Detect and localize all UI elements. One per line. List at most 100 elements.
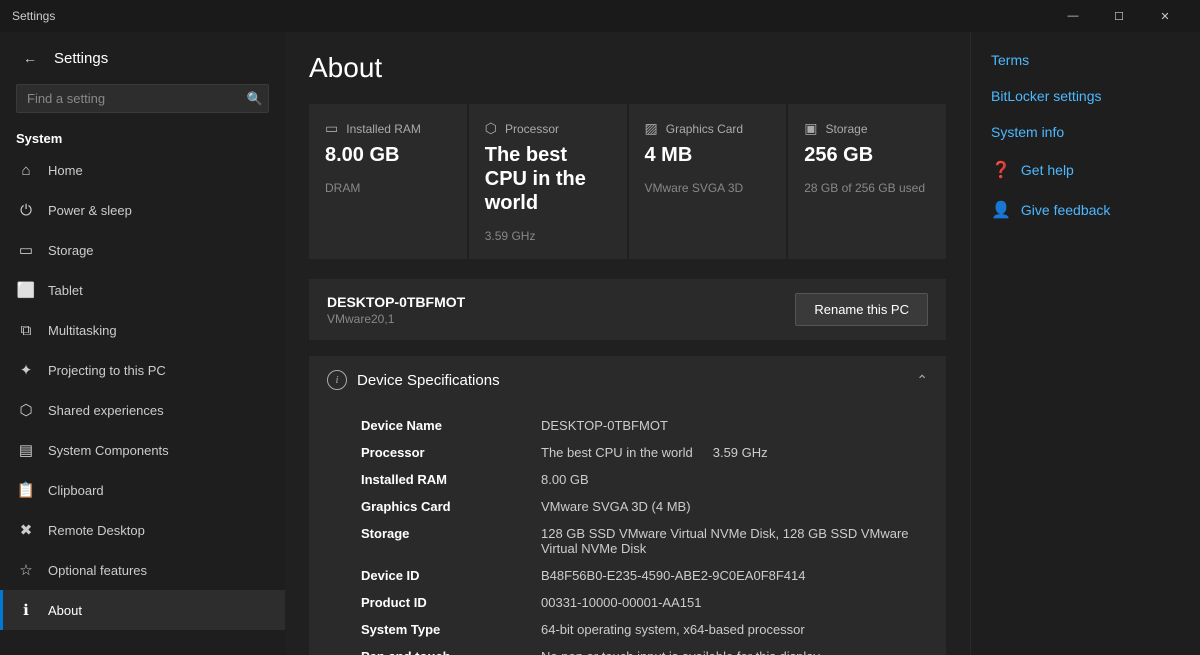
sidebar-header: ← Settings [0,32,285,80]
right-link-bitlocker[interactable]: BitLocker settings [971,78,1200,114]
remote-icon: ✖ [16,520,36,540]
sidebar-item-optional[interactable]: ☆ Optional features [0,550,285,590]
titlebar-left: Settings [12,9,55,23]
search-box[interactable]: 🔍 [16,84,269,113]
search-input[interactable] [16,84,269,113]
sidebar-item-multitasking[interactable]: ⧉ Multitasking [0,310,285,350]
sidebar-item-label-home: Home [48,163,83,178]
graphics-card-icon: ▨ [645,120,658,137]
pc-hostname: DESKTOP-0TBFMOT [327,294,465,310]
rename-button[interactable]: Rename this PC [795,293,928,326]
spec-data: 128 GB SSD VMware Virtual NVMe Disk, 128… [541,526,928,556]
sidebar-item-remote[interactable]: ✖ Remote Desktop [0,510,285,550]
sidebar-item-tablet[interactable]: ⬜ Tablet [0,270,285,310]
chevron-up-icon: ⌃ [916,372,928,389]
system-info-label: System info [991,124,1064,140]
shared-icon: ⬡ [16,400,36,420]
sidebar-item-system-components[interactable]: ▤ System Components [0,430,285,470]
table-row: Processor The best CPU in the world 3.59… [361,439,928,466]
minimize-button[interactable]: — [1050,0,1096,32]
right-panel: Terms BitLocker settings System info ❓ G… [970,32,1200,655]
table-row: Device ID B48F56B0-E235-4590-ABE2-9C0EA0… [361,562,928,589]
bitlocker-label: BitLocker settings [991,88,1102,104]
sidebar-item-label-about: About [48,603,82,618]
spec-label: Product ID [361,595,541,610]
pc-name-row: DESKTOP-0TBFMOT VMware20,1 Rename this P… [309,279,946,340]
titlebar: Settings — ☐ ✕ [0,0,1200,32]
clipboard-icon: 📋 [16,480,36,500]
right-link-system-info[interactable]: System info [971,114,1200,150]
sidebar-item-label-storage: Storage [48,243,94,258]
table-row: Product ID 00331-10000-00001-AA151 [361,589,928,616]
sidebar-item-label-clipboard: Clipboard [48,483,104,498]
storage-sub: 28 GB of 256 GB used [804,181,930,195]
sidebar-item-projecting[interactable]: ✦ Projecting to this PC [0,350,285,390]
spec-label: Pen and touch [361,649,541,655]
table-row: Device Name DESKTOP-0TBFMOT [361,412,928,439]
give-feedback-icon: 👤 [991,200,1011,220]
home-icon: ⌂ [16,160,36,180]
table-row: Pen and touch No pen or touch input is a… [361,643,928,655]
table-row: Storage 128 GB SSD VMware Virtual NVMe D… [361,520,928,562]
sidebar-item-label-tablet: Tablet [48,283,83,298]
sidebar-item-power[interactable]: ⏻ Power & sleep [0,190,285,230]
table-row: Installed RAM 8.00 GB [361,466,928,493]
get-help-label: Get help [1021,162,1074,178]
info-icon: i [327,370,347,390]
ram-card-label: Installed RAM [346,122,421,136]
search-icon: 🔍 [247,91,263,107]
terms-label: Terms [991,52,1029,68]
spec-data: The best CPU in the world 3.59 GHz [541,445,928,460]
spec-label: Storage [361,526,541,556]
sidebar-section-label: System [0,121,285,150]
back-button[interactable]: ← [16,44,44,72]
optional-icon: ☆ [16,560,36,580]
storage-card-label: Storage [825,122,867,136]
sidebar-item-clipboard[interactable]: 📋 Clipboard [0,470,285,510]
device-specs-section: i Device Specifications ⌃ Device Name DE… [309,356,946,655]
device-specs-title: Device Specifications [357,372,500,389]
pc-name-info: DESKTOP-0TBFMOT VMware20,1 [327,294,465,326]
spec-label: Device ID [361,568,541,583]
sidebar-item-shared[interactable]: ⬡ Shared experiences [0,390,285,430]
specs-table: Device Name DESKTOP-0TBFMOT Processor Th… [309,404,946,655]
sidebar-item-home[interactable]: ⌂ Home [0,150,285,190]
spec-data: No pen or touch input is available for t… [541,649,928,655]
sidebar-item-label-shared: Shared experiences [48,403,164,418]
right-link-terms[interactable]: Terms [971,42,1200,78]
processor-card-icon: ⬡ [485,120,497,137]
sidebar-item-label-multitasking: Multitasking [48,323,117,338]
maximize-button[interactable]: ☐ [1096,0,1142,32]
graphics-value: 4 MB [645,143,771,167]
about-icon: ℹ [16,600,36,620]
right-link-get-help[interactable]: ❓ Get help [971,150,1200,190]
graphics-card-label: Graphics Card [666,122,743,136]
tablet-icon: ⬜ [16,280,36,300]
sidebar-item-storage[interactable]: ▭ Storage [0,230,285,270]
spec-data: VMware SVGA 3D (4 MB) [541,499,928,514]
sidebar-item-label-optional: Optional features [48,563,147,578]
spec-label: Processor [361,445,541,460]
titlebar-title: Settings [12,9,55,23]
sidebar-item-about[interactable]: ℹ About [0,590,285,630]
table-row: System Type 64-bit operating system, x64… [361,616,928,643]
page-title: About [309,52,946,84]
spec-data: B48F56B0-E235-4590-ABE2-9C0EA0F8F414 [541,568,928,583]
app-body: ← Settings 🔍 System ⌂ Home ⏻ Power & sle… [0,32,1200,655]
spec-card-ram: ▭ Installed RAM 8.00 GB DRAM [309,104,467,259]
spec-label: Graphics Card [361,499,541,514]
table-row: Graphics Card VMware SVGA 3D (4 MB) [361,493,928,520]
spec-data: DESKTOP-0TBFMOT [541,418,928,433]
right-link-give-feedback[interactable]: 👤 Give feedback [971,190,1200,230]
multitasking-icon: ⧉ [16,320,36,340]
device-specs-header[interactable]: i Device Specifications ⌃ [309,356,946,404]
sidebar-item-label-power: Power & sleep [48,203,132,218]
sidebar-item-label-projecting: Projecting to this PC [48,363,166,378]
ram-value: 8.00 GB [325,143,451,167]
sidebar: ← Settings 🔍 System ⌂ Home ⏻ Power & sle… [0,32,285,655]
spec-data: 8.00 GB [541,472,928,487]
projecting-icon: ✦ [16,360,36,380]
close-button[interactable]: ✕ [1142,0,1188,32]
specs-row: ▭ Installed RAM 8.00 GB DRAM ⬡ Processor… [309,104,946,259]
graphics-sub: VMware SVGA 3D [645,181,771,195]
